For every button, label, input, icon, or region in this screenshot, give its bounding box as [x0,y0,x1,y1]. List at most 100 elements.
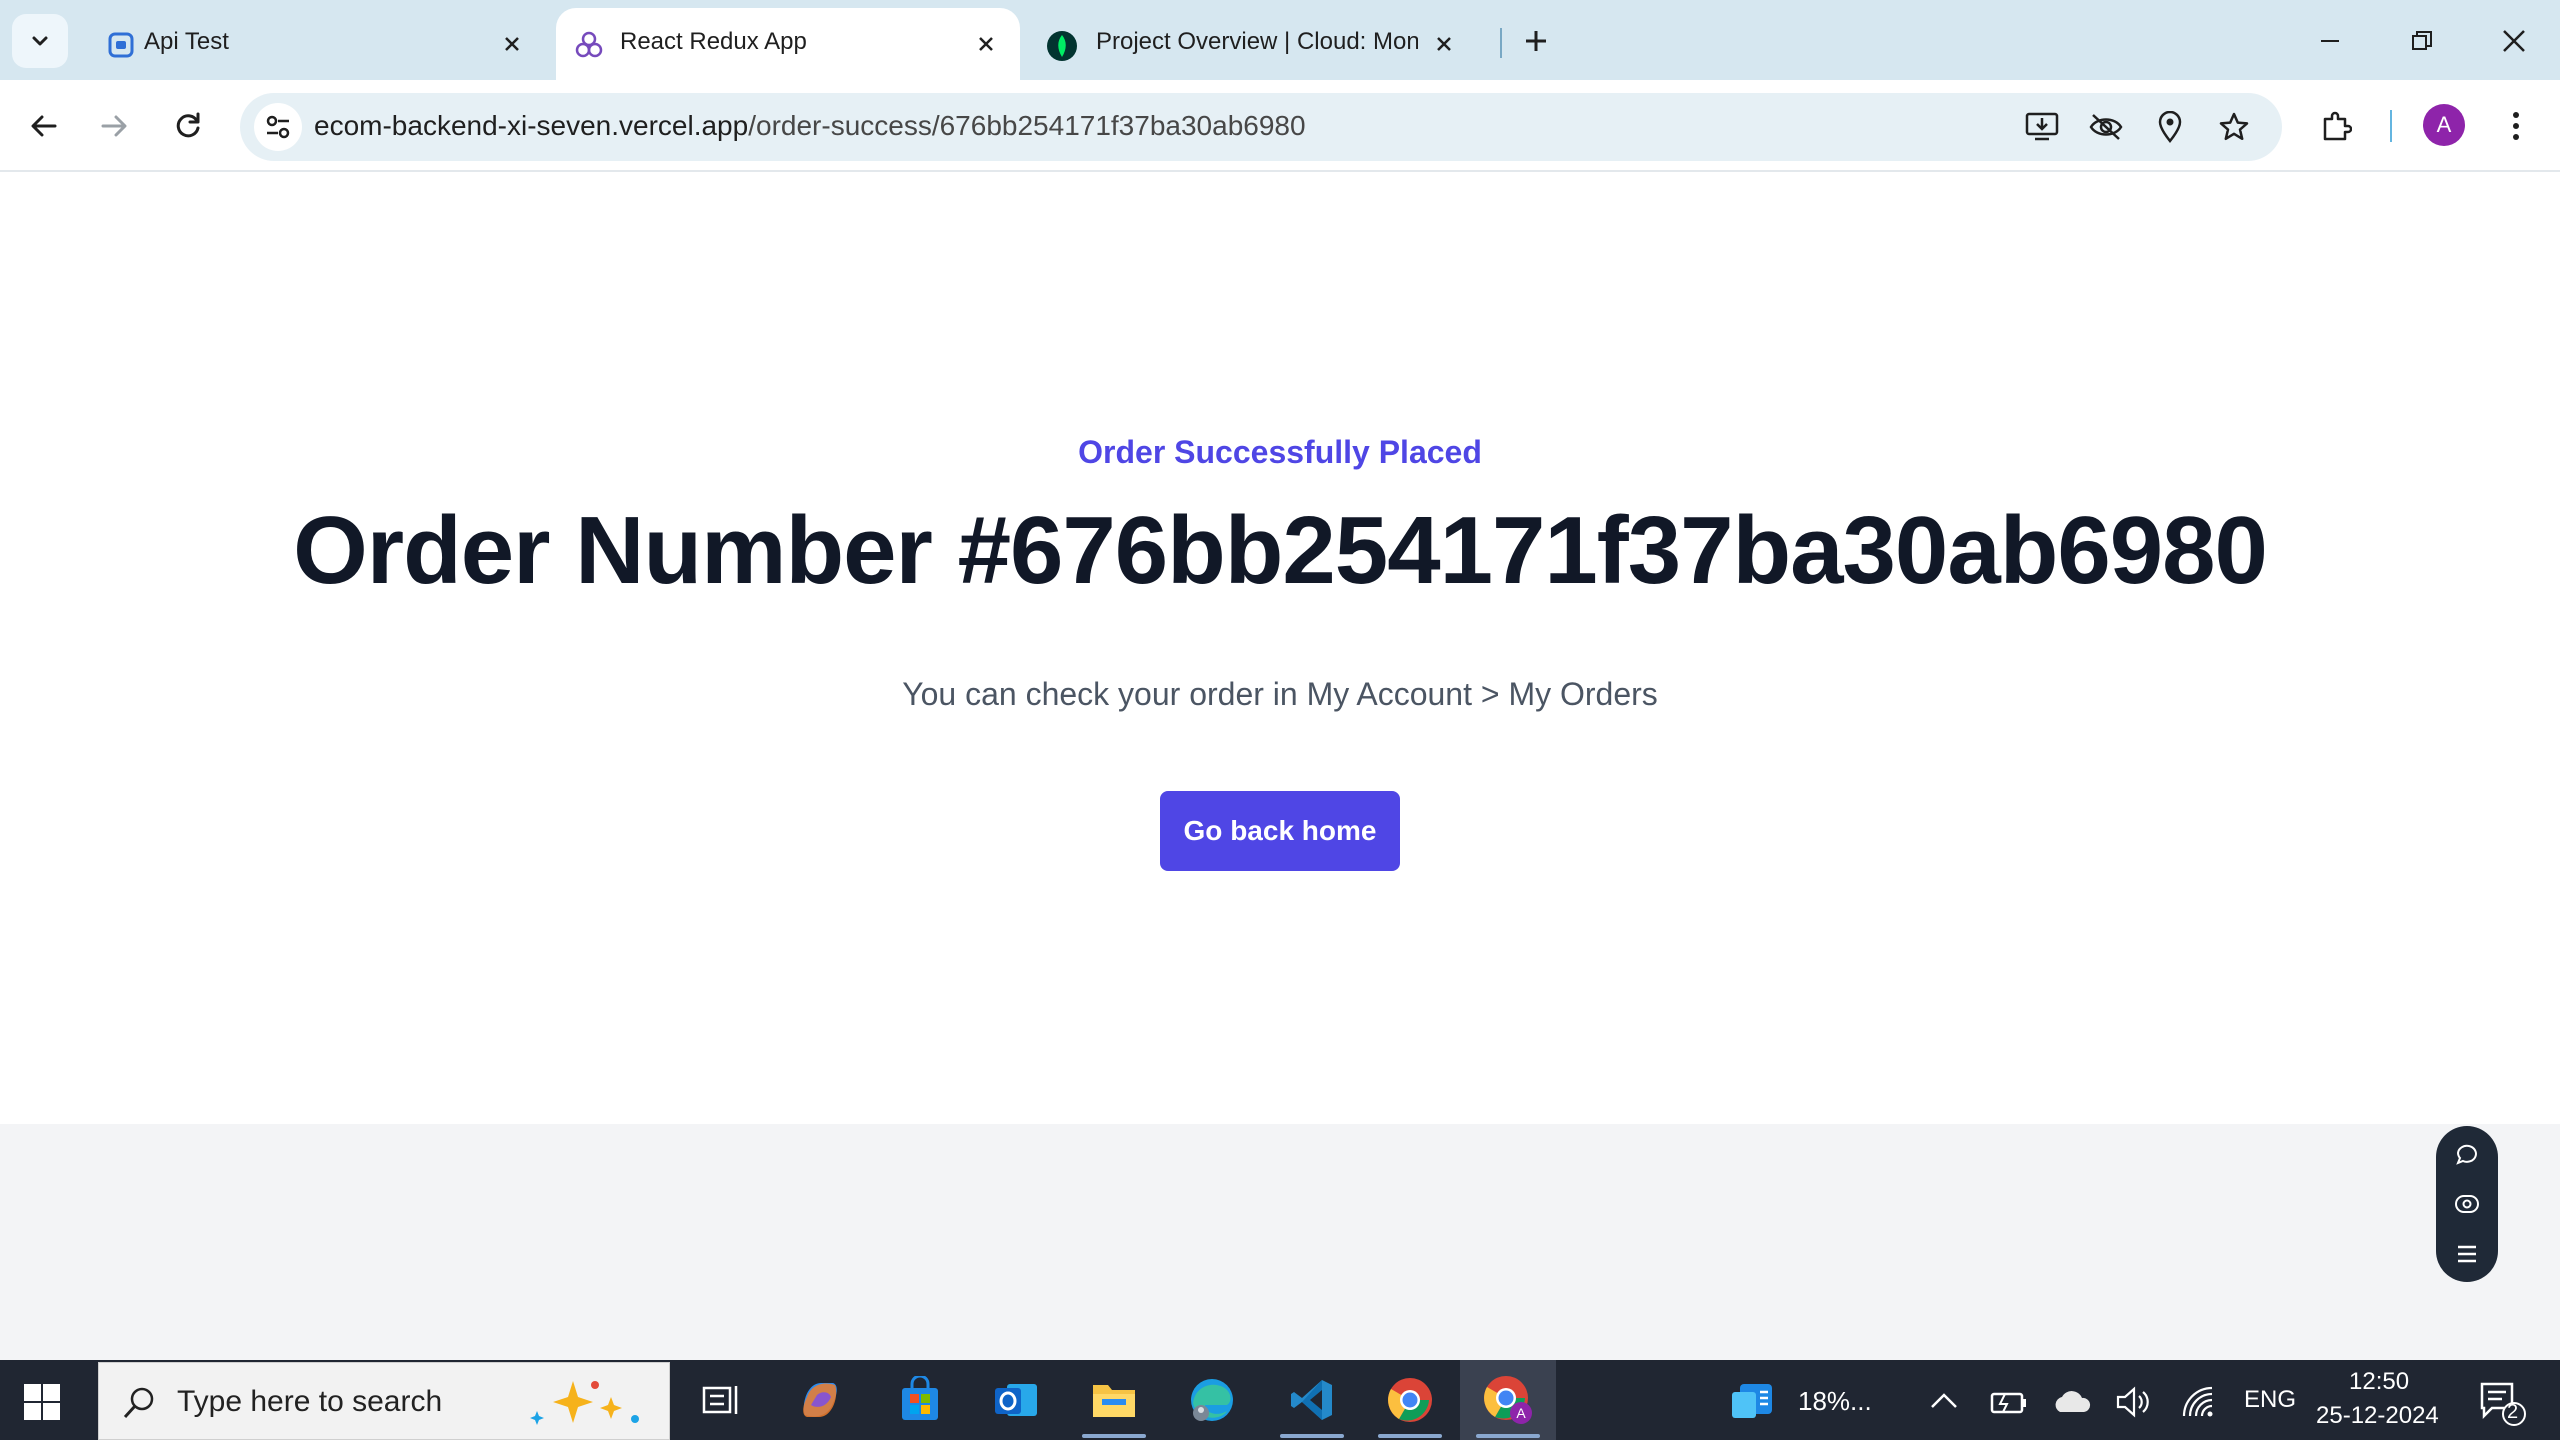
floating-action-widget [2436,1126,2498,1282]
tab-strip: Api Test React Redux App Project Overvie… [0,0,2560,80]
notification-icon [2480,1382,2526,1426]
windows-logo-icon [24,1384,60,1420]
browser-menu-button[interactable] [2490,100,2542,152]
restore-button[interactable] [2394,14,2450,68]
language-indicator[interactable]: ENG [2244,1386,2296,1414]
arrow-right-icon [101,115,127,137]
copilot-icon [803,1383,837,1417]
tab-separator [1500,28,1502,58]
search-placeholder: Type here to search [177,1385,443,1418]
toolbar-divider [2390,110,2392,142]
weather-widget[interactable]: 18%... [1730,1376,1890,1426]
battery-status-icon[interactable] [1986,1382,2030,1422]
microsoft-store-app[interactable] [872,1360,968,1440]
tab-react-redux-app[interactable]: React Redux App [556,8,1020,80]
weather-text: 18%... [1798,1386,1872,1416]
url-path: /order-success/676bb254171f37ba30ab6980 [748,110,1306,141]
close-tab-icon[interactable] [968,26,1004,62]
order-instructions-text: You can check your order in My Account >… [902,676,1658,712]
chevron-down-icon [32,36,48,46]
close-icon [2503,30,2525,52]
task-view-icon [702,1386,738,1414]
close-tab-icon[interactable] [1426,26,1462,62]
api-test-favicon-icon [106,30,136,60]
location-pin-icon [2158,111,2182,143]
chrome-profile-app[interactable]: A [1460,1360,1556,1440]
folder-icon [1093,1385,1135,1417]
svg-text:A: A [1516,1405,1526,1421]
onedrive-cloud-icon[interactable] [2050,1382,2094,1422]
url-text[interactable]: ecom-backend-xi-seven.vercel.app/order-s… [314,110,1306,142]
restore-icon [2412,31,2432,50]
redux-favicon-icon [574,30,604,60]
close-window-button[interactable] [2486,14,2542,68]
order-number-heading: Order Number #676bb254171f37ba30ab6980 [293,497,2268,604]
chrome-app[interactable] [1362,1360,1458,1440]
extensions-button[interactable] [2310,100,2362,152]
chevron-up-icon [1931,1393,1957,1408]
arrow-left-icon [31,115,57,137]
vscode-icon [1291,1380,1332,1420]
edge-app[interactable] [1164,1360,1260,1440]
page-footer-area [0,1124,2560,1360]
clock-date[interactable]: 25-12-2024 [2316,1402,2439,1430]
address-bar[interactable]: ecom-backend-xi-seven.vercel.app/order-s… [240,93,2282,161]
store-icon [902,1376,938,1420]
start-button[interactable] [18,1378,66,1426]
volume-icon[interactable] [2112,1382,2156,1422]
clock-time[interactable]: 12:50 [2349,1368,2409,1396]
show-hidden-icons-button[interactable] [1924,1382,1964,1422]
outlook-icon [995,1384,1037,1416]
back-button[interactable] [18,100,70,152]
install-app-button[interactable] [2018,103,2066,151]
wifi-icon[interactable] [2178,1382,2222,1422]
tab-title: React Redux App [620,28,807,55]
url-host: ecom-backend-xi-seven.vercel.app [314,110,749,141]
location-button[interactable] [2146,103,2194,151]
vscode-app[interactable] [1264,1360,1360,1440]
tab-title: Api Test [144,28,229,55]
chrome-icon [1388,1378,1432,1422]
task-view-button[interactable] [672,1360,768,1440]
tab-api-test[interactable]: Api Test [76,8,546,80]
chat-bubble-icon[interactable] [2453,1140,2481,1168]
tune-icon [266,115,290,139]
notification-center-button[interactable]: 2 [2476,1378,2528,1428]
minimize-button[interactable] [2302,14,2358,68]
eye-off-icon [2089,114,2123,140]
tracking-protection-button[interactable] [2082,103,2130,151]
taskbar-search-box[interactable]: Type here to search [98,1362,670,1440]
star-icon [2219,112,2249,141]
go-back-home-button[interactable]: Go back home [1160,791,1400,871]
tab-search-button[interactable] [12,14,68,68]
chrome-profile-icon: A [1484,1376,1532,1424]
bookmark-button[interactable] [2210,103,2258,151]
close-tab-icon[interactable] [494,26,530,62]
forward-button[interactable] [88,100,140,152]
windows-taskbar: Type here to search A 18%... ENG 12:50 2… [0,1360,2560,1440]
reload-button[interactable] [162,100,214,152]
tab-title: Project Overview | Cloud: Mong [1096,28,1418,55]
menu-icon[interactable] [2453,1240,2481,1268]
install-desktop-icon [2025,112,2059,141]
copilot-sparkle-icon [530,1381,639,1425]
plus-icon [1526,31,1546,51]
tab-project-overview[interactable]: Project Overview | Cloud: Mong [1030,8,1490,80]
mongodb-leaf-icon [1046,30,1077,61]
view-icon[interactable] [2453,1190,2481,1218]
file-explorer-app[interactable] [1066,1360,1162,1440]
news-widget-icon [1732,1384,1772,1418]
site-info-button[interactable] [254,103,302,151]
page-viewport: Order Successfully Placed Order Number #… [0,174,2560,1124]
puzzle-piece-icon [2323,111,2352,141]
browser-toolbar: ecom-backend-xi-seven.vercel.app/order-s… [0,80,2560,172]
copilot-app[interactable] [772,1360,868,1440]
notification-count-badge: 2 [2507,1401,2519,1423]
minimize-icon [2321,40,2339,42]
new-tab-button[interactable] [1508,14,1564,68]
edge-browser-icon [1191,1379,1233,1421]
outlook-app[interactable] [968,1360,1064,1440]
search-icon [123,1387,154,1419]
profile-avatar[interactable]: A [2423,104,2465,146]
order-success-label: Order Successfully Placed [1078,434,1482,470]
